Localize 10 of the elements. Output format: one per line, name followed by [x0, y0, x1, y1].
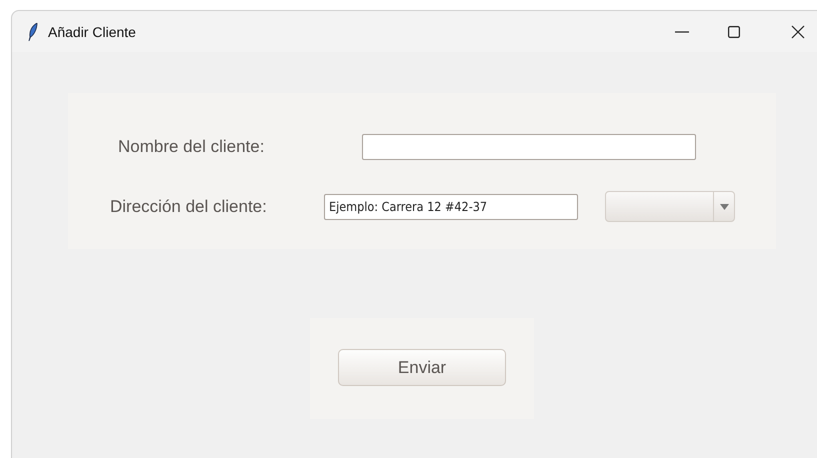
dropdown-arrow-icon	[720, 204, 728, 210]
name-field[interactable]	[362, 134, 696, 160]
window-title: Añadir Cliente	[48, 24, 136, 40]
close-icon[interactable]	[791, 24, 805, 38]
field-label: Dirección del cliente:	[110, 196, 268, 216]
send-button[interactable]: Enviar	[338, 349, 506, 386]
maximize-icon[interactable]	[728, 26, 740, 38]
field-label: Nombre del cliente:	[118, 137, 266, 157]
address-field[interactable]: Ejemplo: Carrera 12 #42-37	[324, 194, 578, 220]
feather-icon	[28, 22, 38, 40]
